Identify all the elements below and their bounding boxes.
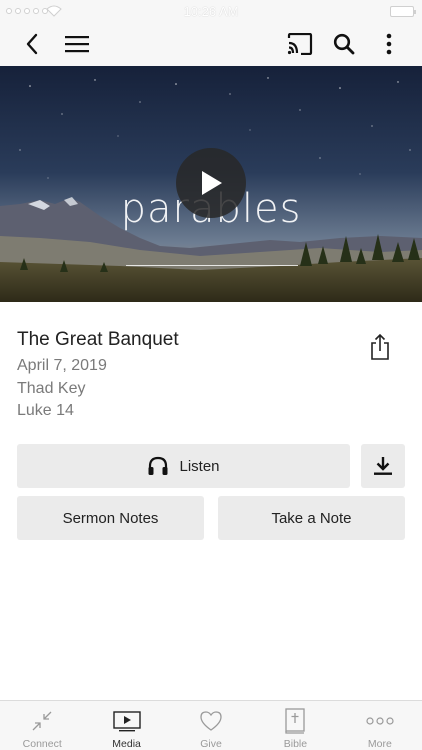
tab-media-label: Media [112, 738, 141, 750]
menu-button[interactable] [61, 28, 93, 60]
play-icon [202, 171, 222, 195]
tab-bar: Connect Media Give Bible More [0, 700, 422, 750]
hamburger-menu-icon [65, 36, 89, 53]
take-a-note-button[interactable]: Take a Note [218, 496, 405, 540]
listen-button[interactable]: Listen [17, 444, 350, 488]
battery-icon [390, 6, 416, 17]
nav-bar [0, 22, 422, 66]
heart-icon [200, 711, 222, 731]
tab-media[interactable]: Media [84, 701, 168, 750]
connect-arrows-icon [32, 711, 52, 731]
more-dots-icon [366, 717, 394, 725]
sermon-details: The Great Banquet April 7, 2019 Thad Key… [17, 328, 179, 423]
sermon-date: April 7, 2019 [17, 357, 107, 374]
sermon-title: The Great Banquet [17, 329, 179, 350]
sermon-speaker: Thad Key [17, 379, 86, 397]
tab-bible[interactable]: Bible [253, 701, 337, 750]
cast-button[interactable] [284, 28, 316, 60]
series-title-underline [126, 265, 298, 266]
search-button[interactable] [328, 28, 360, 60]
vertical-ellipsis-icon [386, 33, 392, 55]
more-options-button[interactable] [373, 28, 405, 60]
tab-more[interactable]: More [338, 701, 422, 750]
tab-bible-label: Bible [283, 738, 308, 750]
headphones-icon [148, 456, 168, 475]
chevron-left-icon [26, 33, 38, 55]
tab-more-label: More [367, 738, 392, 750]
tab-give-label: Give [200, 738, 222, 750]
bible-book-icon [285, 708, 306, 734]
play-button[interactable] [176, 148, 246, 218]
status-bar: 10:26 AM [0, 0, 422, 22]
tab-give[interactable]: Give [169, 701, 253, 750]
download-button[interactable] [361, 444, 405, 488]
share-button[interactable] [368, 333, 392, 361]
sermon-scripture: Luke 14 [17, 402, 74, 419]
cast-icon [287, 33, 313, 55]
listen-label: Listen [179, 457, 220, 475]
sermon-hero-image[interactable]: parables [0, 66, 422, 302]
media-play-icon [112, 711, 141, 732]
tab-connect-label: Connect [22, 738, 62, 750]
status-time: 10:26 AM [183, 4, 239, 19]
download-icon [374, 457, 392, 475]
share-icon [371, 333, 389, 360]
search-icon [333, 33, 355, 55]
tab-connect[interactable]: Connect [0, 701, 84, 750]
sermon-notes-button[interactable]: Sermon Notes [17, 496, 204, 540]
back-button[interactable] [16, 28, 48, 60]
